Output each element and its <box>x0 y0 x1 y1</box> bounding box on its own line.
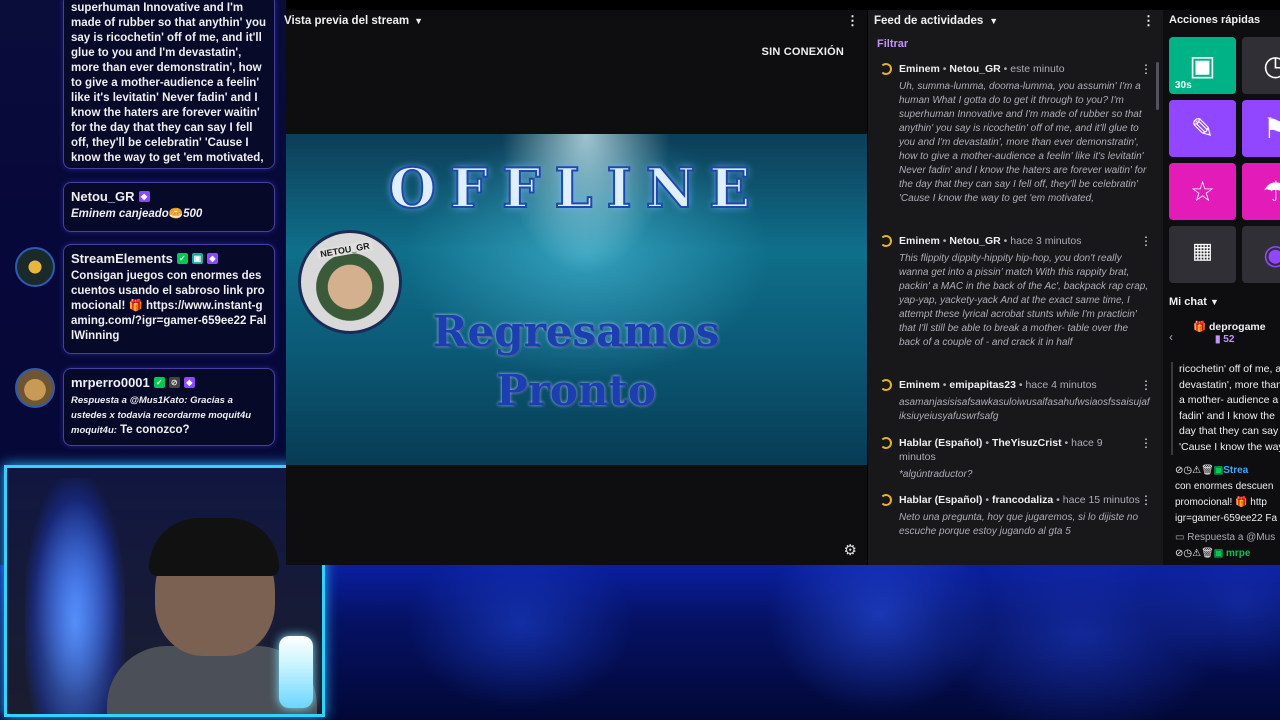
offline-title: OFFLINE <box>388 155 765 221</box>
offline-subtitle-2: Pronto <box>496 366 656 415</box>
offline-screen-image: OFFLINE NETOU_GR Regresamos Pronto <box>286 134 867 465</box>
chat-username: mrperro0001 ✓ ⊘ ◆ <box>71 375 267 390</box>
mrperro-avatar <box>15 368 55 408</box>
chat-message-streamelements: StreamElements ✓ ▣ ◆ Consigan juegos con en… <box>63 244 275 354</box>
muted-badge-icon: ⊘ <box>168 377 180 388</box>
pencil-icon: ✎ <box>1190 113 1215 144</box>
lamp <box>279 636 313 708</box>
subscriber-badge-icon: ◆ <box>183 377 195 388</box>
chat-message-lines: ricochetin' off of me, a devastatin', mo… <box>1171 362 1280 455</box>
settings-gear-icon[interactable]: ⚙ <box>844 541 857 559</box>
more-options-icon[interactable]: ⋮ <box>1140 234 1152 248</box>
feed-item: Hablar (Español) • TheYisuzCrist • hace … <box>880 436 1152 482</box>
star-icon: ☆ <box>1189 176 1216 207</box>
mod-tools-icon[interactable]: ⊘◷⚠🗑 <box>1175 548 1214 559</box>
channel-points-icon <box>880 437 892 449</box>
quick-actions-title: Acciones rápidas <box>1169 14 1261 26</box>
chat-line: con enormes descuen <box>1175 481 1274 492</box>
streamelements-avatar <box>15 247 55 287</box>
game-icon: ▦ <box>1192 238 1213 263</box>
chat-message-mrperro: ⊘◷⚠🗑▣ mrpe <box>1175 548 1251 559</box>
chat-message-text: superhuman Innovative and I'm made of ru… <box>71 2 267 164</box>
feed-item-text: This flippity dippity-hippity hip-hop, y… <box>899 253 1149 348</box>
channel-logo: NETOU_GR <box>298 230 402 334</box>
bot-badge-icon: ▣ <box>191 253 203 264</box>
bookmark-icon: ⚑ <box>1262 113 1280 144</box>
christmas-tree <box>25 478 125 714</box>
chat-line: promocional! 🎁 http <box>1175 497 1267 508</box>
feed-item-text: asamanjasisisafsawkasuloiwusalfasahufwsi… <box>899 397 1150 422</box>
webcam-feed <box>4 465 325 717</box>
subscriber-badge-icon: ◆ <box>206 253 218 264</box>
right-column: Acciones rápidas ▣ 30s ◷ ✎ ⚑ ☆ ☂ ▦ ◉ Mi c… <box>1163 10 1280 565</box>
chevron-down-icon[interactable]: ▼ <box>989 16 998 26</box>
clock-icon: ◷ <box>1263 50 1280 81</box>
chat-link[interactable]: igr=gamer-659ee22 Fa <box>1175 511 1280 526</box>
reply-icon: ▭ <box>1175 532 1185 543</box>
chat-message-mrperro: mrperro0001 ✓ ⊘ ◆ Respuesta a @Mus1Kato: Gr… <box>63 368 275 446</box>
feed-header: Feed de actividades ▼ ⋮ <box>868 10 1163 32</box>
pinned-gift-user: 🎁 deprogame ▮ 52 <box>1193 321 1266 345</box>
highlight-button[interactable]: ☆ <box>1169 163 1236 220</box>
channel-points-icon <box>880 235 892 247</box>
game-thumbnail-button[interactable]: ▦ <box>1169 226 1236 283</box>
feed-item: Eminem • Netou_GR • hace 3 minutos ⋮ This… <box>880 234 1152 350</box>
redeem-text: Eminem canjeado <box>71 208 169 220</box>
chat-message-continued: superhuman Innovative and I'm made of ru… <box>63 0 275 169</box>
verified-badge-icon: ✓ <box>153 377 165 388</box>
feed-item: Eminem • Netou_GR • este minuto ⋮ Uh, sum… <box>880 62 1152 206</box>
gift-icon: 🎁 <box>1193 321 1207 333</box>
chat-message-netou: Netou_GR ◆ Eminem canjeado🥯500 <box>63 182 275 232</box>
stream-preview-panel: Vista previa del stream ▼ ⋮ SIN CONEXIÓN… <box>284 10 867 565</box>
streamer-cap <box>149 518 279 576</box>
feed-scrollbar[interactable] <box>1156 62 1159 110</box>
feed-item-text: Neto una pregunta, hoy que jugaremos, si… <box>899 512 1139 537</box>
chevron-left-icon[interactable]: ‹ <box>1169 330 1173 344</box>
chat-icon: ◉ <box>1263 239 1280 270</box>
subscriber-badge-icon: ◆ <box>138 191 150 202</box>
feed-item-text: Uh, summa-lumma, dooma-lumma, you assumi… <box>899 81 1147 204</box>
logo-tag: NETOU_GR <box>316 240 374 260</box>
mod-tools-icon[interactable]: ⊘◷⚠🗑 <box>1175 465 1214 476</box>
feed-title[interactable]: Feed de actividades <box>874 15 983 27</box>
chat-username: Netou_GR ◆ <box>71 189 267 204</box>
my-chat-title[interactable]: Mi chat ▼ <box>1169 296 1219 308</box>
ad-icon: ▣ <box>1189 50 1216 81</box>
offline-subtitle-1: Regresamos <box>432 307 720 356</box>
chevron-down-icon[interactable]: ▼ <box>1210 297 1219 307</box>
channel-points-icon <box>880 63 892 75</box>
parachute-icon: ☂ <box>1262 176 1280 207</box>
feed-item: Hablar (Español) • francodaliza • hace 1… <box>880 493 1152 539</box>
reply-line: ▭ Respuesta a @Mus <box>1175 532 1276 543</box>
activity-feed-panel: Feed de actividades ▼ ⋮ Filtrar Eminem •… <box>868 10 1163 565</box>
verified-badge-icon: ✓ <box>176 253 188 264</box>
more-options-icon[interactable]: ⋮ <box>1140 62 1152 76</box>
raid-button[interactable]: ☂ <box>1242 163 1280 220</box>
feed-item: Eminem • emipapitas23 • hace 4 minutos ⋮ … <box>880 378 1152 424</box>
offline-status: SIN CONEXIÓN <box>761 46 844 58</box>
marker-button[interactable]: ⚑ <box>1242 100 1280 157</box>
chat-message-text: Consigan juegos con enormes descuentos u… <box>71 270 267 342</box>
channel-points-icon <box>880 379 892 391</box>
chat-username: StreamElements ✓ ▣ ◆ <box>71 251 267 266</box>
points-icon: 🥯 <box>168 208 184 220</box>
more-options-icon[interactable]: ⋮ <box>1142 13 1155 29</box>
chevron-down-icon[interactable]: ▼ <box>414 16 423 26</box>
chat-settings-button[interactable]: ◉ <box>1242 226 1280 283</box>
preview-header: Vista previa del stream ▼ ⋮ <box>284 10 867 32</box>
edit-stream-info-button[interactable]: ✎ <box>1169 100 1236 157</box>
chat-message-streamelements: ⊘◷⚠🗑▣Strea <box>1175 465 1249 476</box>
more-options-icon[interactable]: ⋮ <box>1140 493 1152 507</box>
more-options-icon[interactable]: ⋮ <box>1140 436 1152 450</box>
more-options-icon[interactable]: ⋮ <box>846 13 859 29</box>
timer-button[interactable]: ◷ <box>1242 37 1280 94</box>
chat-message-text: Te conozco? <box>120 424 190 436</box>
redeem-points: 500 <box>183 208 203 220</box>
channel-points-icon <box>880 494 892 506</box>
ad-break-button[interactable]: ▣ 30s <box>1169 37 1236 94</box>
more-options-icon[interactable]: ⋮ <box>1140 378 1152 392</box>
filter-link[interactable]: Filtrar <box>877 38 1163 50</box>
preview-title[interactable]: Vista previa del stream <box>284 15 409 27</box>
feed-item-text: *algúntraductor? <box>899 469 973 480</box>
